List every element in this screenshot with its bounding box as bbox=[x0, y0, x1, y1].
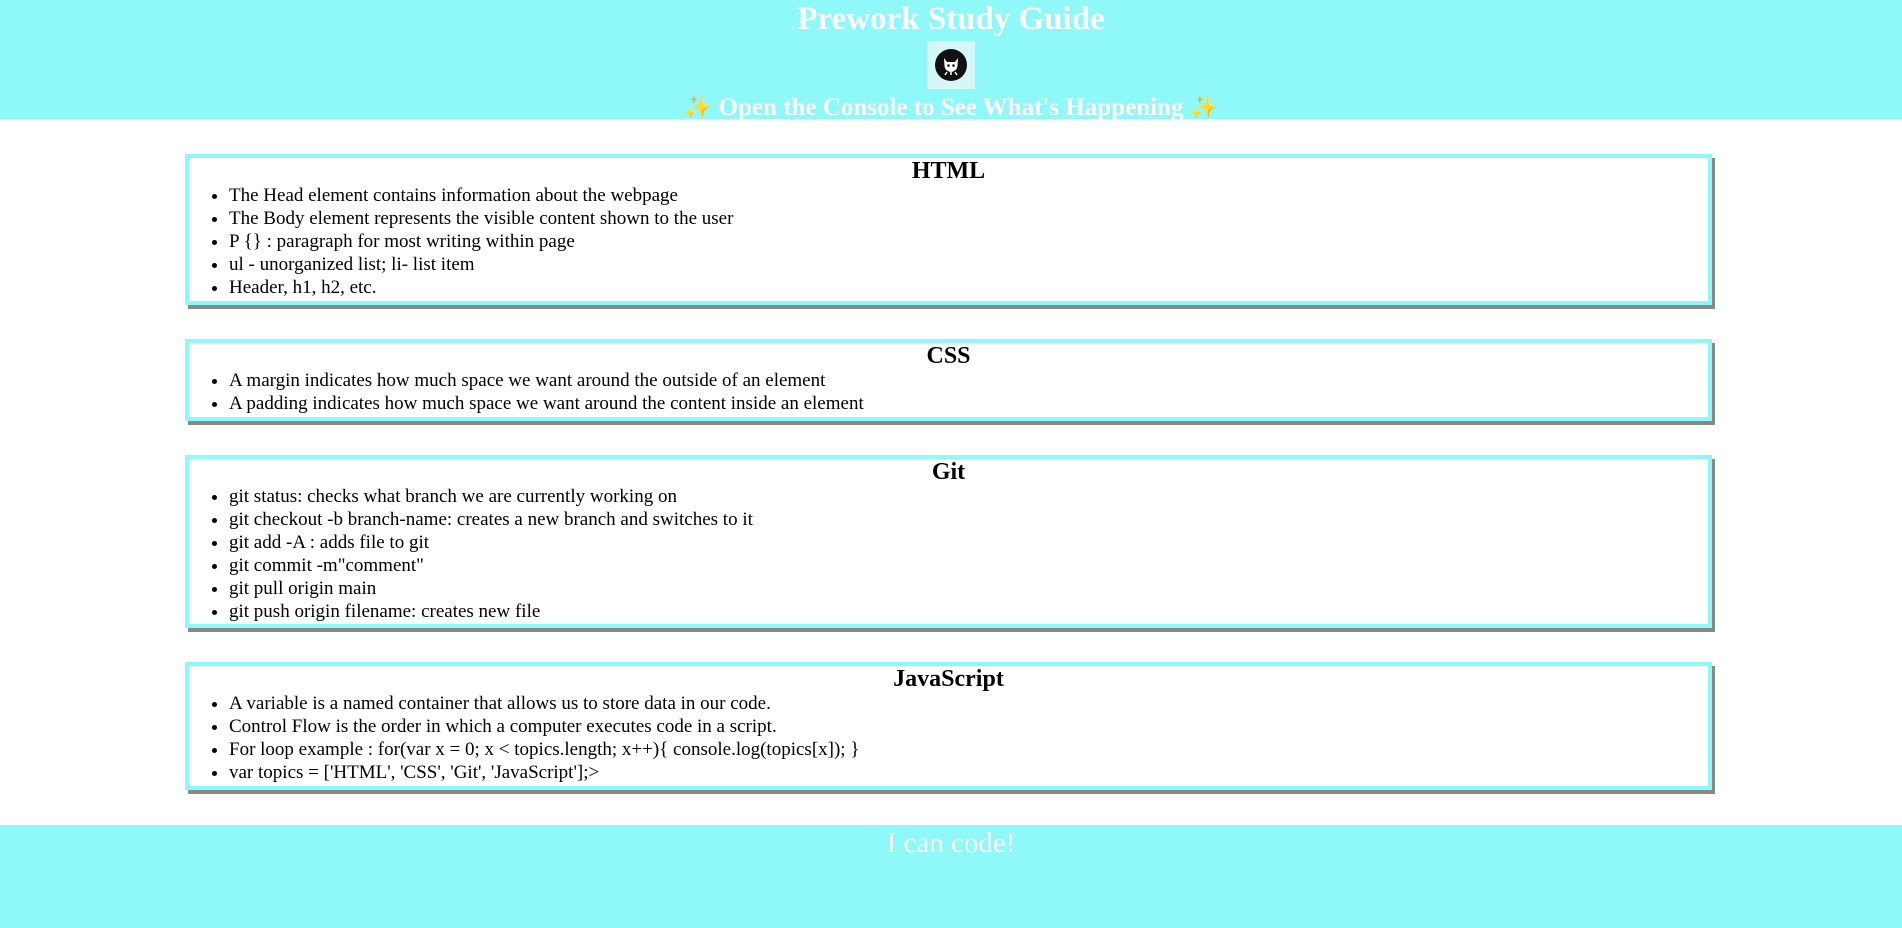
list-item: ul - unorganized list; li- list item bbox=[229, 253, 1708, 276]
list-item: A padding indicates how much space we wa… bbox=[229, 392, 1708, 415]
footer-text: I can code! bbox=[886, 827, 1016, 859]
section-title: JavaScript bbox=[893, 666, 1004, 692]
section-list: git status: checks what branch we are cu… bbox=[189, 485, 1708, 623]
section-title: Git bbox=[931, 459, 966, 485]
sparkle-left-icon: ✨ bbox=[683, 95, 713, 121]
section-css: CSS A margin indicates how much space we… bbox=[185, 339, 1712, 421]
section-list: The Head element contains information ab… bbox=[189, 184, 1708, 299]
section-title: HTML bbox=[911, 158, 986, 184]
list-item: Control Flow is the order in which a com… bbox=[229, 715, 1708, 738]
github-octocat-icon bbox=[935, 49, 967, 81]
page-footer: I can code! bbox=[0, 825, 1902, 928]
section-list: A margin indicates how much space we wan… bbox=[189, 369, 1708, 415]
console-hint: ✨ Open the Console to See What's Happeni… bbox=[0, 95, 1902, 120]
console-hint-text: Open the Console to See What's Happening bbox=[718, 94, 1184, 121]
list-item: The Head element contains information ab… bbox=[229, 184, 1708, 207]
page-header: Prework Study Guide ✨ Open the Console t… bbox=[0, 0, 1902, 120]
list-item: var topics = ['HTML', 'CSS', 'Git', 'Jav… bbox=[229, 761, 1708, 784]
list-item: A margin indicates how much space we wan… bbox=[229, 369, 1708, 392]
list-item: git push origin filename: creates new fi… bbox=[229, 600, 1708, 623]
list-item: git pull origin main bbox=[229, 577, 1708, 600]
sparkle-right-icon: ✨ bbox=[1189, 95, 1219, 121]
list-item: The Body element represents the visible … bbox=[229, 207, 1708, 230]
section-git: Git git status: checks what branch we ar… bbox=[185, 455, 1712, 628]
list-item: For loop example : for(var x = 0; x < to… bbox=[229, 738, 1708, 761]
list-item: git status: checks what branch we are cu… bbox=[229, 485, 1708, 508]
list-item: git add -A : adds file to git bbox=[229, 531, 1708, 554]
section-javascript: JavaScript A variable is a named contain… bbox=[185, 662, 1712, 790]
section-html: HTML The Head element contains informati… bbox=[185, 154, 1712, 305]
page-title: Prework Study Guide bbox=[797, 1, 1105, 37]
list-item: Header, h1, h2, etc. bbox=[229, 276, 1708, 299]
section-list: A variable is a named container that all… bbox=[189, 692, 1708, 784]
list-item: A variable is a named container that all… bbox=[229, 692, 1708, 715]
list-item: P {} : paragraph for most writing within… bbox=[229, 230, 1708, 253]
section-title: CSS bbox=[926, 343, 971, 369]
list-item: git checkout -b branch-name: creates a n… bbox=[229, 508, 1708, 531]
list-item: git commit -m"comment" bbox=[229, 554, 1708, 577]
avatar bbox=[927, 41, 975, 89]
